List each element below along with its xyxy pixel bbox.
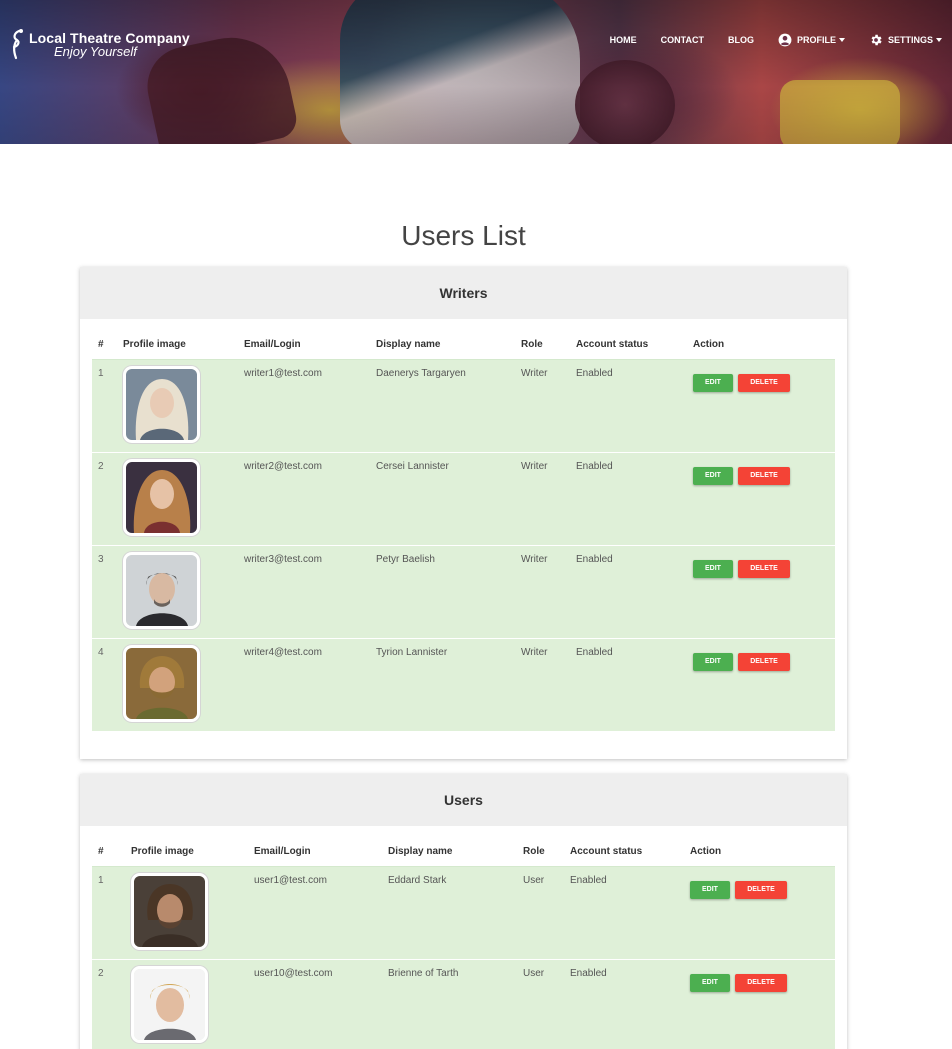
row-email: writer4@test.com [238,637,370,731]
brand-tagline: Enjoy Yourself [54,44,137,59]
table-row: 4 writer4@test.com Tyrion Lannister Writ… [92,637,835,731]
edit-button[interactable]: EDIT [693,652,733,671]
row-number: 4 [92,637,117,731]
main-nav: HOME CONTACT BLOG PROFILE SETTINGS [586,30,952,50]
avatar [131,872,208,950]
writers-card: Writers # Profile image Email/Login Disp… [80,267,847,759]
delete-button[interactable]: DELETE [738,652,790,671]
delete-button[interactable]: DELETE [735,973,787,992]
nav-profile-label: PROFILE [796,35,836,45]
nav-profile-dropdown[interactable]: PROFILE [778,33,845,47]
users-table: # Profile image Email/Login Display name… [92,826,835,1049]
avatar [131,965,208,1043]
profile-image [126,461,197,533]
edit-button[interactable]: EDIT [690,973,730,992]
account-circle-icon [778,33,792,47]
row-display-name: Tyrion Lannister [370,637,515,731]
profile-image [134,968,205,1040]
profile-image [126,368,197,440]
page-title: Users List [401,220,526,251]
row-display-name: Brienne of Tarth [382,958,517,1049]
row-display-name: Eddard Stark [388,874,447,886]
edit-button[interactable]: EDIT [690,880,730,899]
nav-settings-dropdown[interactable]: SETTINGS [869,33,942,47]
column-header-role: Role [517,826,564,867]
column-header-account-status: Account status [564,826,684,867]
row-account-status: Enabled [570,544,687,638]
row-email: writer2@test.com [238,451,370,545]
delete-button[interactable]: DELETE [738,373,790,392]
row-number: 2 [92,958,125,1049]
writers-table: # Profile image Email/Login Display name… [92,319,835,731]
column-header-action: Action [687,319,835,360]
table-header-row: # Profile image Email/Login Display name… [92,826,835,867]
chevron-down-icon [936,38,942,42]
column-header-role: Role [515,319,570,360]
row-email: writer1@test.com [244,367,322,379]
chevron-down-icon [838,38,845,42]
column-header-account-status: Account status [570,319,687,360]
row-email: writer3@test.com [238,544,370,638]
nav-blog[interactable]: BLOG [728,35,754,45]
profile-image [126,554,197,626]
column-header-profile-image: Profile image [117,319,238,360]
row-account-status: Enabled [570,874,607,886]
users-card-title: Users [80,774,847,826]
delete-button[interactable]: DELETE [738,559,790,578]
row-email: user10@test.com [248,958,382,1049]
row-display-name: Cersei Lannister [370,451,515,545]
row-role: Writer [515,544,570,638]
row-email: user1@test.com [254,874,327,886]
delete-button[interactable]: DELETE [738,466,790,485]
row-account-status: Enabled [564,958,684,1049]
table-row: 2 writer2@test.com Cersei Lannister Writ… [92,451,835,545]
column-header-action: Action [684,826,835,867]
table-header-row: # Profile image Email/Login Display name… [92,319,835,360]
column-header-display-name: Display name [382,826,517,867]
nav-home[interactable]: HOME [610,35,637,45]
avatar [123,365,200,443]
column-header-email: Email/Login [238,319,370,360]
delete-button[interactable]: DELETE [735,880,787,899]
row-role: Writer [515,637,570,731]
nav-settings-label: SETTINGS [887,35,933,45]
row-account-status: Enabled [570,451,687,545]
row-number: 2 [92,451,117,545]
row-role: Writer [515,451,570,545]
row-role: User [517,958,564,1049]
writers-card-title: Writers [80,267,847,319]
table-row: 1 writer1@test.com Daenerys Targaryen Wr… [92,359,835,452]
row-account-status: Enabled [570,637,687,731]
column-header-num: # [92,826,125,867]
avatar [123,458,200,536]
table-row: 1 user1@test.com Eddard Stark User Enabl… [92,866,835,959]
table-row: 3 writer3@test.com Petyr Baelish Writer … [92,544,835,638]
row-number: 1 [98,367,104,379]
hero-banner: Local Theatre Company Enjoy Yourself HOM… [0,0,952,144]
column-header-num: # [92,319,117,360]
avatar [123,551,200,629]
edit-button[interactable]: EDIT [693,373,733,392]
row-number: 3 [92,544,117,638]
table-row: 2 user10@test.com Brienne of Tarth User … [92,958,835,1049]
edit-button[interactable]: EDIT [693,466,733,485]
row-role: Writer [521,367,548,379]
users-card: Users # Profile image Email/Login Displa… [80,774,847,1049]
row-role: User [523,874,545,886]
nav-contact[interactable]: CONTACT [661,35,704,45]
profile-image [134,875,205,947]
row-display-name: Petyr Baelish [370,544,515,638]
column-header-profile-image: Profile image [125,826,248,867]
theatre-logo-icon [12,29,23,60]
avatar [123,644,200,722]
column-header-display-name: Display name [370,319,515,360]
profile-image [126,647,197,719]
edit-button[interactable]: EDIT [693,559,733,578]
column-header-email: Email/Login [248,826,382,867]
gear-icon [871,34,882,46]
row-display-name: Daenerys Targaryen [376,367,466,379]
row-number: 1 [98,874,104,886]
row-account-status: Enabled [576,367,613,379]
